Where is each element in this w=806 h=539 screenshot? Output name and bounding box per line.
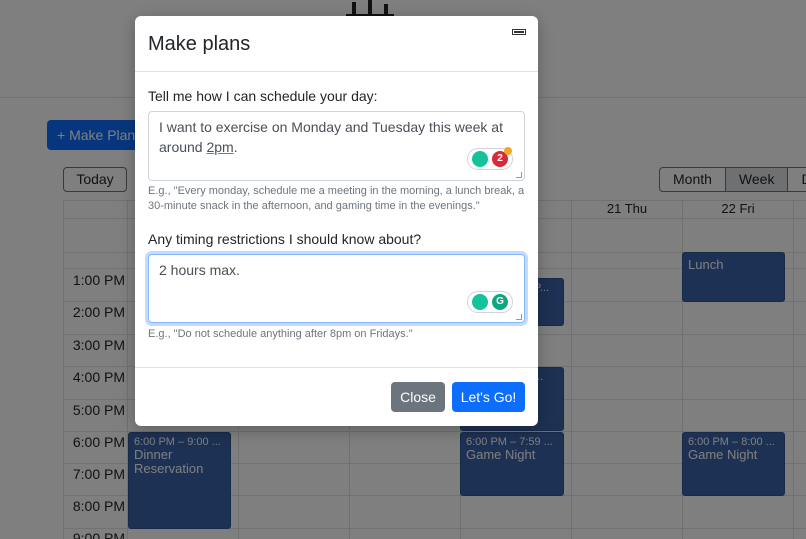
misspelled-word[interactable]: 2pm [206, 139, 233, 155]
lightbulb-icon[interactable] [472, 151, 488, 167]
close-button[interactable]: Close [391, 382, 445, 412]
minimize-icon[interactable] [512, 29, 526, 35]
resize-handle-icon[interactable] [516, 314, 522, 320]
restrictions-question-label: Any timing restrictions I should know ab… [148, 231, 422, 247]
lets-go-button[interactable]: Let's Go! [452, 382, 525, 412]
grammarly-widget[interactable]: 2 [467, 147, 513, 170]
schedule-text-part: . [233, 139, 238, 155]
schedule-hint: E.g., "Every monday, schedule me a meeti… [148, 185, 525, 212]
grammarly-widget[interactable]: G [467, 291, 513, 313]
restrictions-textarea[interactable]: 2 hours max. G [148, 254, 525, 323]
restrictions-hint: E.g., "Do not schedule anything after 8p… [148, 328, 413, 340]
schedule-request-textarea[interactable]: I want to exercise on Monday and Tuesday… [148, 111, 525, 181]
modal-header: Make plans [135, 16, 538, 72]
resize-handle-icon[interactable] [516, 172, 522, 178]
grammarly-issues-badge[interactable]: 2 [492, 147, 512, 167]
schedule-question-label: Tell me how I can schedule your day: [148, 88, 378, 104]
modal-footer: Close Let's Go! [135, 367, 538, 426]
grammarly-logo-icon[interactable]: G [492, 294, 508, 310]
lightbulb-icon[interactable] [472, 294, 488, 310]
make-plans-modal: Make plans Tell me how I can schedule yo… [135, 16, 538, 426]
sparkle-icon [504, 147, 512, 155]
issues-count: 2 [497, 153, 503, 164]
modal-title: Make plans [148, 33, 251, 55]
restrictions-text: 2 hours max. [159, 262, 240, 278]
